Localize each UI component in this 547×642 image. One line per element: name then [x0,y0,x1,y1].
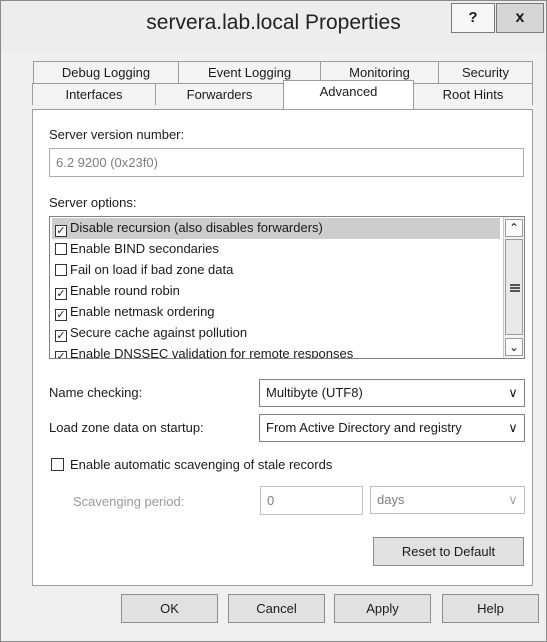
load-zone-label: Load zone data on startup: [49,420,204,435]
grip-icon [510,284,520,292]
close-icon: x [515,9,525,26]
scroll-down-button[interactable]: ⌄ [505,338,523,356]
list-item[interactable]: ✓ Enable netmask ordering [52,302,500,323]
chevron-down-icon: ⌄ [508,340,520,354]
tab-forwarders[interactable]: Forwarders [155,83,284,105]
load-zone-value: From Active Directory and registry [266,420,462,435]
scroll-up-button[interactable]: ⌃ [505,219,523,237]
reset-to-default-button[interactable]: Reset to Default [373,537,524,566]
list-item[interactable]: ✓ Enable DNSSEC validation for remote res… [52,344,500,359]
ok-button[interactable]: OK [121,594,218,623]
list-item[interactable]: Enable BIND secondaries [52,239,500,260]
question-mark-icon: ? [468,9,478,26]
scroll-thumb[interactable] [505,239,523,335]
help-button[interactable]: Help [442,594,539,623]
help-title-button[interactable]: ? [451,3,495,33]
chevron-down-icon: ∨ [508,492,518,507]
list-item[interactable]: ✓ Disable recursion (also disables forwar… [52,218,500,239]
options-scrollbar[interactable]: ⌃ ⌄ [503,217,524,358]
title-bar[interactable]: servera.lab.local Properties ? x [1,1,546,51]
server-options-label: Server options: [49,195,137,210]
tab-advanced[interactable]: Advanced [283,80,414,109]
checkbox-unchecked[interactable] [55,264,67,276]
chevron-down-icon: ∨ [508,420,518,435]
scavenging-checkbox-row[interactable]: Enable automatic scavenging of stale rec… [49,457,332,472]
checkbox-unchecked[interactable] [55,243,67,255]
name-checking-select[interactable]: Multibyte (UTF8) ∨ [259,379,525,407]
tab-root-hints[interactable]: Root Hints [413,83,533,105]
option-label: Enable BIND secondaries [70,241,219,256]
checkbox-checked[interactable]: ✓ [55,309,67,321]
load-zone-select[interactable]: From Active Directory and registry ∨ [259,414,525,442]
option-label: Enable DNSSEC validation for remote resp… [70,346,354,359]
scavenging-checkbox-label: Enable automatic scavenging of stale rec… [70,457,333,472]
close-button[interactable]: x [496,3,544,33]
option-label: Enable round robin [70,283,180,298]
scavenging-period-field[interactable]: 0 [260,486,363,515]
properties-dialog: servera.lab.local Properties ? x Debug L… [0,0,547,642]
option-label: Fail on load if bad zone data [70,262,234,277]
server-version-field[interactable]: 6.2 9200 (0x23f0) [49,148,524,177]
checkbox-checked[interactable]: ✓ [55,330,67,342]
tab-interfaces[interactable]: Interfaces [32,83,156,105]
server-options-list[interactable]: ✓ Disable recursion (also disables forwar… [49,216,525,359]
option-label: Disable recursion (also disables forward… [70,220,323,235]
checkbox-checked[interactable]: ✓ [55,225,67,237]
server-version-label: Server version number: [49,127,185,142]
chevron-down-icon: ∨ [508,385,518,400]
checkbox-checked[interactable]: ✓ [55,351,67,358]
scavenging-checkbox[interactable] [51,458,64,471]
list-item[interactable]: ✓ Enable round robin [52,281,500,302]
scavenging-period-label: Scavenging period: [73,494,185,509]
apply-button[interactable]: Apply [334,594,431,623]
tab-debug-logging[interactable]: Debug Logging [33,61,179,83]
option-label: Secure cache against pollution [70,325,248,340]
list-item[interactable]: ✓ Secure cache against pollution [52,323,500,344]
name-checking-value: Multibyte (UTF8) [266,385,363,400]
name-checking-label: Name checking: [49,385,143,400]
option-label: Enable netmask ordering [70,304,215,319]
advanced-panel: Server version number: 6.2 9200 (0x23f0)… [32,109,533,586]
list-item[interactable]: Fail on load if bad zone data [52,260,500,281]
cancel-button[interactable]: Cancel [228,594,325,623]
scavenging-unit-select[interactable]: days ∨ [370,486,525,514]
tab-security[interactable]: Security [438,61,533,83]
scavenging-unit-value: days [377,492,405,507]
checkbox-checked[interactable]: ✓ [55,288,67,300]
chevron-up-icon: ⌃ [508,221,520,235]
